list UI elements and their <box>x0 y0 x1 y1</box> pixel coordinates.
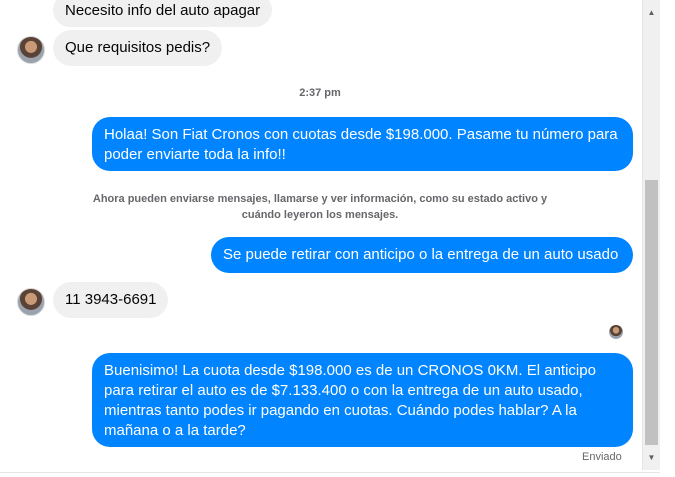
system-notice: Ahora pueden enviarse mensajes, llamarse… <box>92 193 548 221</box>
scroll-up-icon[interactable]: ▲ <box>643 4 660 21</box>
contact-avatar[interactable] <box>17 288 45 316</box>
incoming-message[interactable]: Que requisitos pedis? <box>53 30 223 66</box>
scrollbar-thumb[interactable] <box>645 180 658 445</box>
seen-avatar-icon <box>609 325 623 339</box>
incoming-message[interactable]: 11 3943-6691 <box>53 282 169 318</box>
contact-avatar[interactable] <box>17 36 45 64</box>
outgoing-message[interactable]: Holaa! Son Fiat Cronos con cuotas desde … <box>92 117 633 171</box>
divider <box>0 472 660 473</box>
chat-thread: Necesito info del auto apagar Que requis… <box>0 0 640 477</box>
chat-scrollbar[interactable]: ▲ ▼ <box>642 0 660 470</box>
incoming-message[interactable]: Necesito info del auto apagar <box>53 0 273 27</box>
window-edge <box>660 0 675 477</box>
outgoing-message[interactable]: Buenisimo! La cuota desde $198.000 es de… <box>92 353 633 447</box>
scroll-down-icon[interactable]: ▼ <box>643 449 660 466</box>
outgoing-message[interactable]: Se puede retirar con anticipo o la entre… <box>211 237 633 273</box>
message-status: Enviado <box>582 451 622 463</box>
message-timestamp: 2:37 pm <box>299 87 341 99</box>
